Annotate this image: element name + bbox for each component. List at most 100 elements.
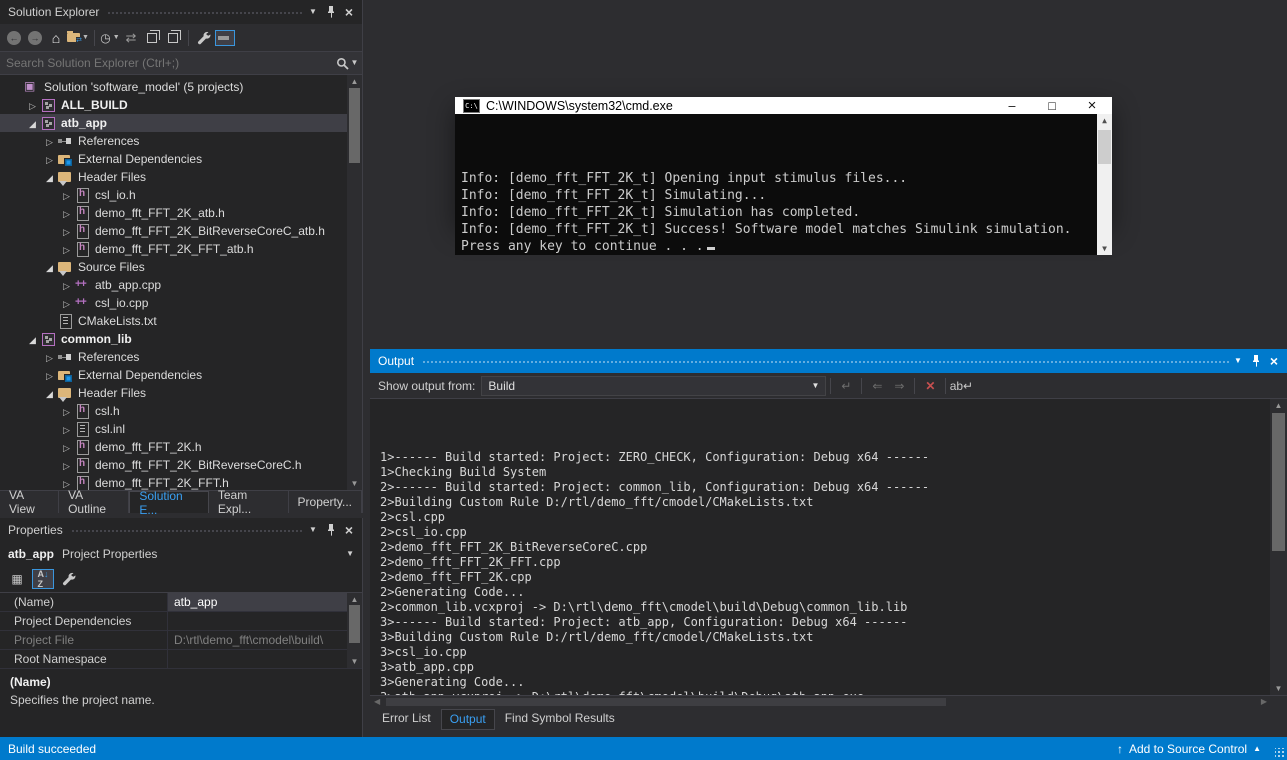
tree-item[interactable]: Source Files: [0, 258, 362, 276]
search-options[interactable]: ▼: [332, 52, 362, 74]
tree-item[interactable]: demo_fft_FFT_2K_BitReverseCoreC.h: [0, 456, 362, 474]
tree-item[interactable]: demo_fft_FFT_2K_atb.h: [0, 204, 362, 222]
cmd-window[interactable]: C:\ C:\WINDOWS\system32\cmd.exe – □ × In…: [455, 97, 1112, 222]
property-row[interactable]: Root Namespace: [0, 650, 362, 669]
tree-item[interactable]: common_lib: [0, 330, 362, 348]
expander-icon[interactable]: [59, 440, 74, 454]
show-all-files-icon[interactable]: [163, 27, 183, 49]
properties-wrench-icon[interactable]: [194, 27, 214, 49]
expander-icon[interactable]: [42, 350, 57, 364]
tree-item[interactable]: demo_fft_FFT_2K.h: [0, 438, 362, 456]
property-row[interactable]: Project File D:\rtl\demo_fft\cmodel\buil…: [0, 631, 362, 650]
expander-icon[interactable]: [59, 206, 74, 220]
close-icon[interactable]: ×: [1072, 97, 1112, 114]
tree-item[interactable]: Solution 'software_model' (5 projects): [0, 78, 362, 96]
tree-item[interactable]: atb_app.cpp: [0, 276, 362, 294]
tree-item[interactable]: External Dependencies: [0, 366, 362, 384]
panel-tab[interactable]: Output: [441, 709, 495, 730]
expander-icon[interactable]: [42, 368, 57, 382]
expander-icon[interactable]: [25, 116, 40, 130]
clear-all-icon[interactable]: ✕: [919, 376, 941, 396]
panel-tab[interactable]: Error List: [374, 709, 439, 730]
switch-views-icon[interactable]: ▼: [67, 27, 89, 49]
scroll-up-icon[interactable]: ▲: [347, 77, 362, 86]
scrollbar-thumb[interactable]: [1272, 413, 1285, 551]
tree-item[interactable]: demo_fft_FFT_2K_BitReverseCoreC_atb.h: [0, 222, 362, 240]
maximize-icon[interactable]: □: [1032, 97, 1072, 114]
tree-item[interactable]: ALL_BUILD: [0, 96, 362, 114]
scrollbar-thumb[interactable]: [349, 605, 360, 643]
close-icon[interactable]: ×: [340, 4, 358, 20]
scroll-right-icon[interactable]: ▶: [1261, 697, 1267, 706]
expander-icon[interactable]: [42, 260, 57, 274]
expander-icon[interactable]: [59, 242, 74, 256]
solution-explorer-titlebar[interactable]: Solution Explorer ▼ ×: [0, 0, 362, 24]
expander-icon[interactable]: [59, 422, 74, 436]
scroll-up-icon[interactable]: ▲: [1270, 401, 1287, 410]
window-position-menu-icon[interactable]: ▼: [304, 4, 322, 20]
collapse-all-icon[interactable]: [142, 27, 162, 49]
pending-changes-filter-icon[interactable]: ◷▼: [100, 27, 120, 49]
dock-tab[interactable]: VA View: [0, 491, 59, 513]
search-input[interactable]: [0, 52, 332, 74]
expander-icon[interactable]: [42, 386, 57, 400]
previous-message-icon[interactable]: ⇐: [866, 376, 888, 396]
home-icon[interactable]: ⌂: [46, 27, 66, 49]
categorized-icon[interactable]: ▦: [6, 569, 28, 589]
panel-tab[interactable]: Find Symbol Results: [497, 709, 623, 730]
output-hscrollbar[interactable]: ◀ ▶: [370, 695, 1287, 707]
scroll-up-icon[interactable]: ▲: [1097, 116, 1112, 125]
tree-item[interactable]: atb_app: [0, 114, 362, 132]
scroll-left-icon[interactable]: ◀: [374, 697, 380, 706]
property-row[interactable]: Project Dependencies: [0, 612, 362, 631]
output-content[interactable]: 1>------ Build started: Project: ZERO_CH…: [370, 399, 1287, 695]
tree-item[interactable]: csl.inl: [0, 420, 362, 438]
scrollbar-thumb[interactable]: [1098, 130, 1111, 164]
output-titlebar[interactable]: Output ▼ ×: [370, 349, 1287, 373]
tree-item[interactable]: References: [0, 132, 362, 150]
close-icon[interactable]: ×: [340, 522, 358, 538]
add-to-source-control-button[interactable]: ↑ Add to Source Control ▲: [1117, 742, 1261, 756]
preview-selected-items-icon[interactable]: [215, 27, 235, 49]
scroll-down-icon[interactable]: ▼: [347, 657, 362, 666]
properties-titlebar[interactable]: Properties ▼ ×: [0, 518, 362, 542]
forward-icon[interactable]: →: [25, 27, 45, 49]
find-message-icon[interactable]: ↵: [835, 376, 857, 396]
expander-icon[interactable]: [59, 278, 74, 292]
alphabetical-icon[interactable]: A↓Z: [32, 569, 54, 589]
scrollbar-thumb[interactable]: [349, 88, 360, 163]
window-position-menu-icon[interactable]: ▼: [1229, 353, 1247, 369]
scrollbar-thumb[interactable]: [386, 698, 946, 706]
properties-scrollbar[interactable]: ▲ ▼: [347, 593, 362, 668]
expander-icon[interactable]: [25, 332, 40, 346]
tree-item[interactable]: CMakeLists.txt: [0, 312, 362, 330]
expander-icon[interactable]: [59, 476, 74, 490]
pin-icon[interactable]: [322, 4, 340, 20]
back-icon[interactable]: ←: [4, 27, 24, 49]
tree-item[interactable]: csl_io.h: [0, 186, 362, 204]
dock-tab[interactable]: VA Outline: [59, 491, 129, 513]
scroll-down-icon[interactable]: ▼: [1097, 244, 1112, 253]
expander-icon[interactable]: [25, 98, 40, 112]
pin-icon[interactable]: [322, 522, 340, 538]
output-source-combo[interactable]: Build ▼: [481, 376, 826, 396]
expander-icon[interactable]: [59, 458, 74, 472]
output-vscrollbar[interactable]: ▲ ▼: [1270, 399, 1287, 695]
expander-icon[interactable]: [59, 224, 74, 238]
word-wrap-icon[interactable]: ab↵: [950, 376, 972, 396]
property-row[interactable]: (Name) atb_app: [0, 593, 362, 612]
property-pages-wrench-icon[interactable]: [58, 569, 80, 589]
tree-item[interactable]: csl.h: [0, 402, 362, 420]
tree-item[interactable]: csl_io.cpp: [0, 294, 362, 312]
minimize-icon[interactable]: –: [992, 97, 1032, 114]
tree-item[interactable]: demo_fft_FFT_2K_FFT_atb.h: [0, 240, 362, 258]
resize-grip[interactable]: [1275, 748, 1285, 758]
expander-icon[interactable]: [59, 188, 74, 202]
dock-tab[interactable]: Team Expl...: [209, 491, 289, 513]
dock-tab[interactable]: Property...: [289, 491, 362, 513]
close-icon[interactable]: ×: [1265, 353, 1283, 369]
tree-item[interactable]: Header Files: [0, 384, 362, 402]
next-message-icon[interactable]: ⇒: [888, 376, 910, 396]
tree-item[interactable]: References: [0, 348, 362, 366]
expander-icon[interactable]: [42, 134, 57, 148]
